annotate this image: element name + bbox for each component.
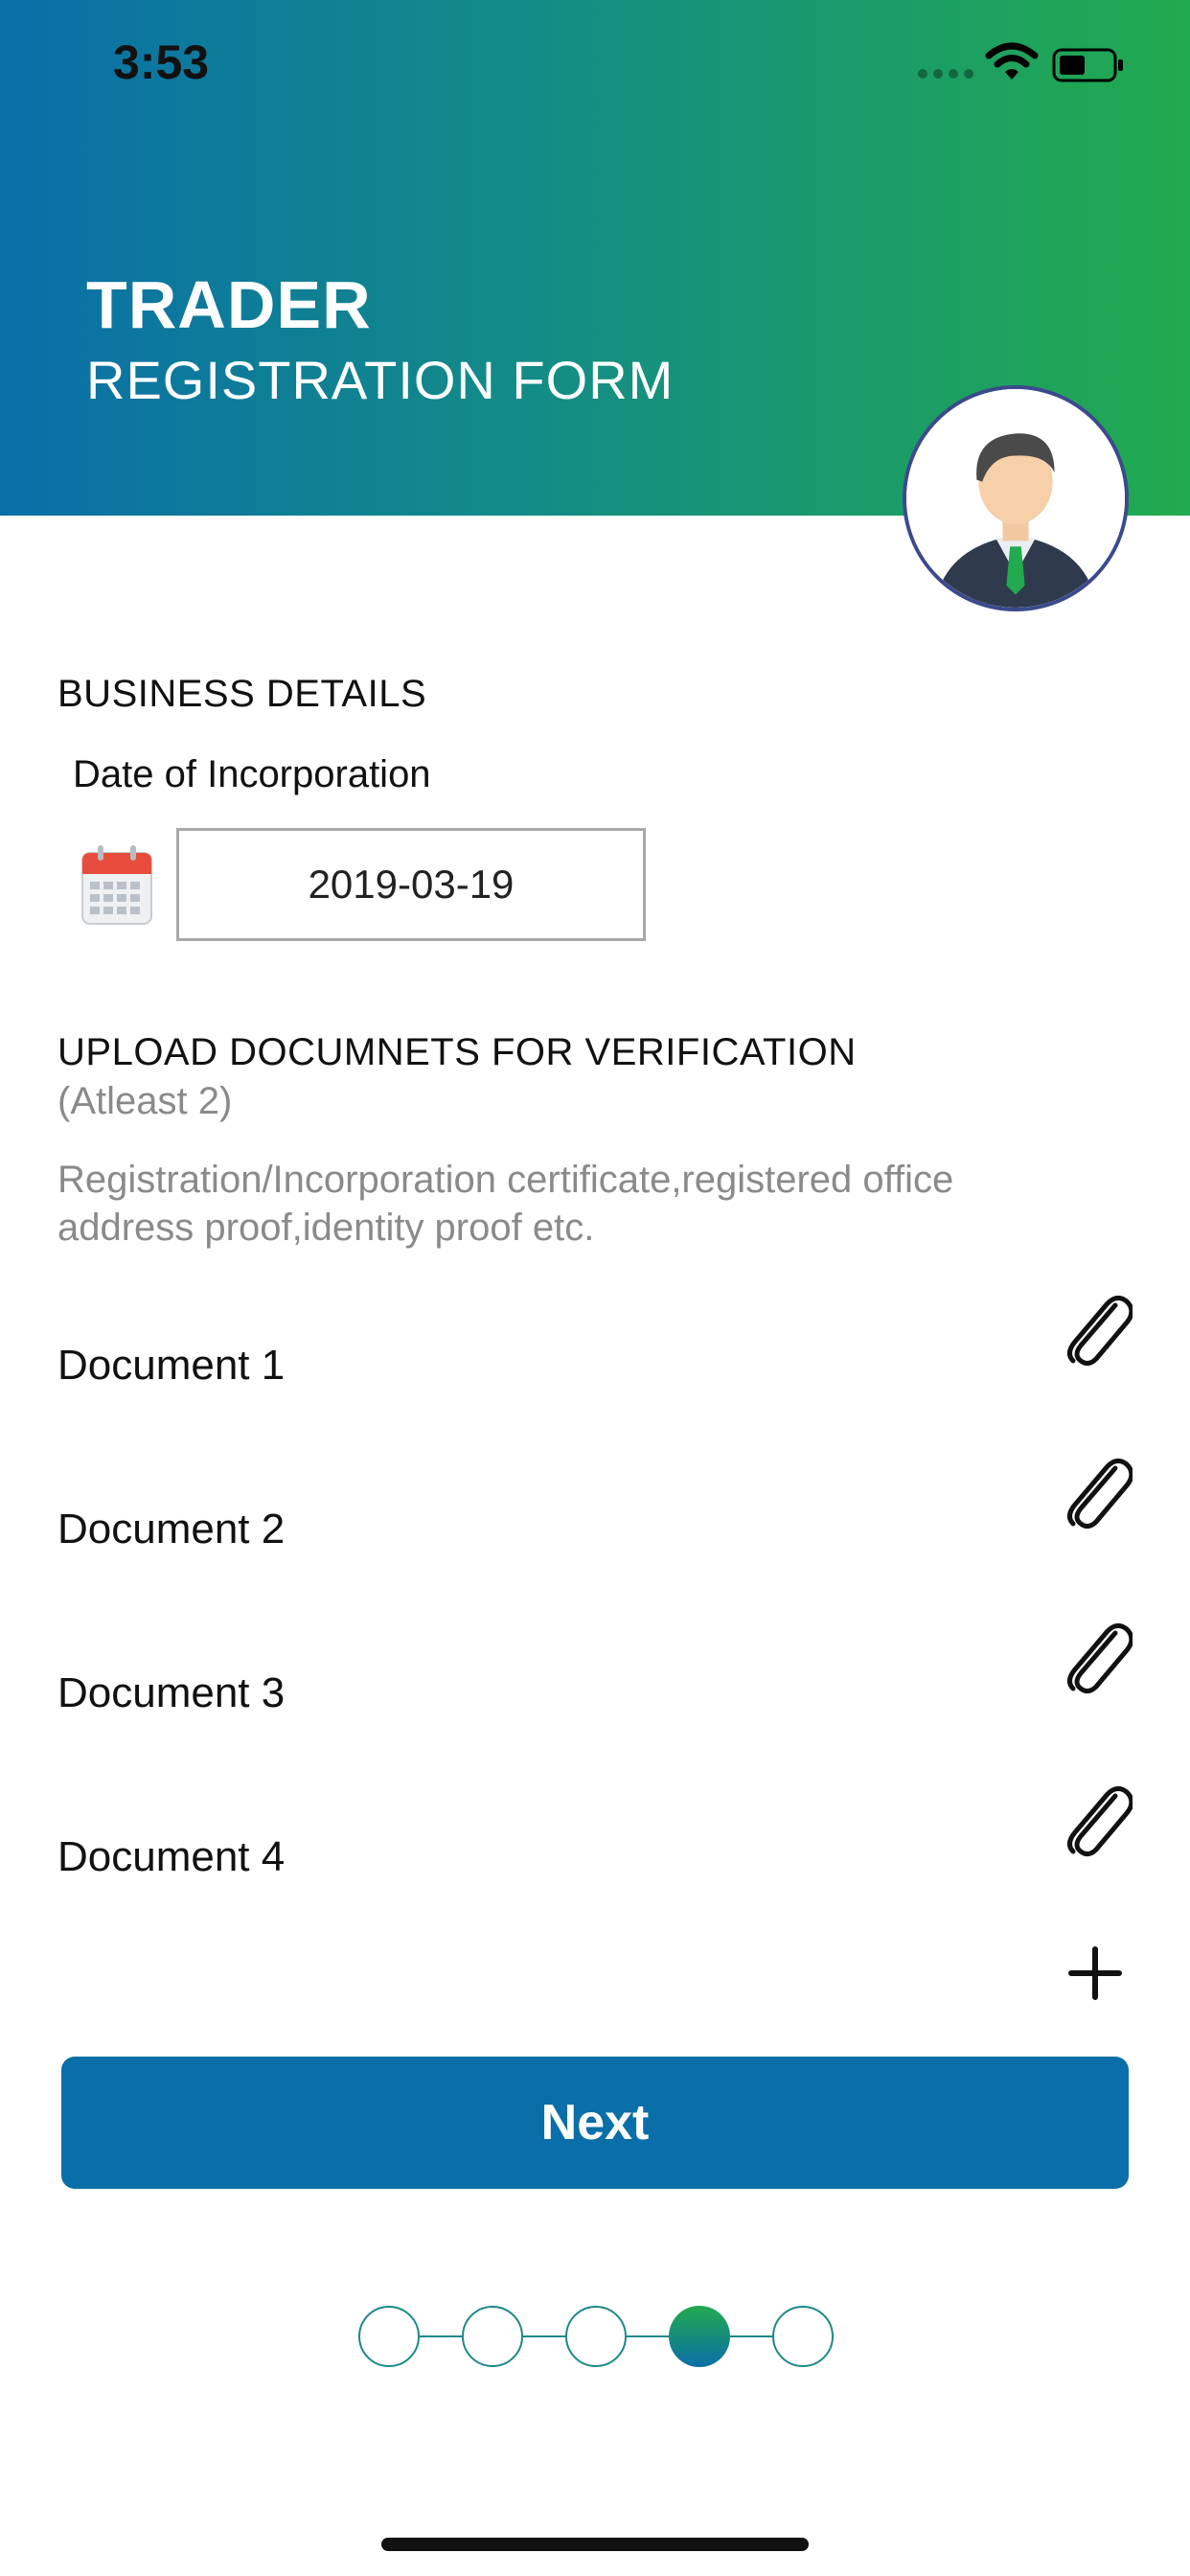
signal-icon bbox=[918, 69, 973, 79]
paperclip-icon[interactable] bbox=[1060, 1620, 1133, 1696]
step-4-current[interactable] bbox=[669, 2306, 730, 2367]
document-4-label: Document 4 bbox=[57, 1833, 286, 1880]
step-1[interactable] bbox=[358, 2306, 420, 2367]
document-3-label: Document 3 bbox=[57, 1669, 286, 1716]
step-5[interactable] bbox=[772, 2306, 834, 2367]
next-button[interactable]: Next bbox=[61, 2057, 1129, 2189]
battery-icon bbox=[1052, 48, 1123, 82]
progress-stepper bbox=[358, 2306, 834, 2367]
date-of-incorporation-field[interactable]: 2019-03-19 bbox=[176, 828, 646, 941]
upload-minimum-note: (Atleast 2) bbox=[57, 1080, 233, 1122]
page-subtitle: REGISTRATION FORM bbox=[86, 350, 675, 410]
step-2[interactable] bbox=[462, 2306, 523, 2367]
wifi-icon bbox=[985, 42, 1039, 80]
business-details-heading: BUSINESS DETAILS bbox=[57, 673, 427, 715]
page-title: TRADER bbox=[86, 267, 372, 342]
home-indicator[interactable] bbox=[381, 2538, 809, 2551]
paperclip-icon[interactable] bbox=[1060, 1782, 1133, 1859]
paperclip-icon[interactable] bbox=[1060, 1292, 1133, 1368]
document-2-label: Document 2 bbox=[57, 1506, 286, 1552]
upload-description-line-2: address proof,identity proof etc. bbox=[57, 1207, 595, 1249]
document-1-label: Document 1 bbox=[57, 1342, 286, 1389]
paperclip-icon[interactable] bbox=[1060, 1455, 1133, 1531]
upload-documents-heading: UPLOAD DOCUMNETS FOR VERIFICATION bbox=[57, 1031, 857, 1073]
step-3[interactable] bbox=[565, 2306, 627, 2367]
businessman-avatar-icon[interactable] bbox=[903, 385, 1129, 611]
calendar-icon[interactable] bbox=[80, 843, 153, 926]
date-of-incorporation-label: Date of Incorporation bbox=[73, 753, 431, 795]
status-time: 3:53 bbox=[113, 35, 210, 89]
upload-description-line-1: Registration/Incorporation certificate,r… bbox=[57, 1159, 954, 1201]
plus-icon[interactable] bbox=[1067, 1945, 1123, 2001]
